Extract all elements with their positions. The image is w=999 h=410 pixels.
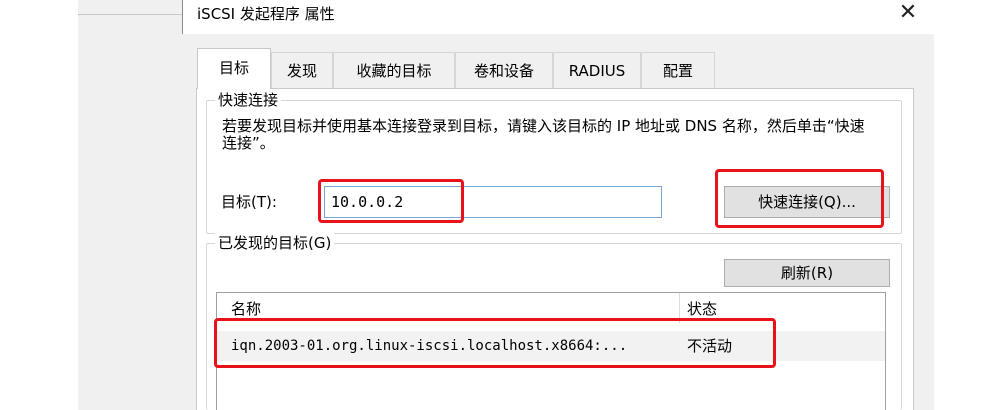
discovered-targets-label: 已发现的目标(G) bbox=[215, 233, 335, 253]
quick-connect-description: 若要发现目标并使用基本连接登录到目标，请键入该目标的 IP 地址或 DNS 名称… bbox=[222, 117, 865, 152]
tab-volumes-devices[interactable]: 卷和设备 bbox=[455, 52, 553, 88]
tab-configuration[interactable]: 配置 bbox=[641, 52, 715, 88]
target-status-cell: 不活动 bbox=[687, 337, 733, 355]
background-window bbox=[78, 0, 182, 410]
background-divider bbox=[78, 14, 182, 15]
refresh-button[interactable]: 刷新(R) bbox=[724, 259, 890, 287]
close-icon[interactable]: ✕ bbox=[896, 1, 920, 25]
targets-list[interactable]: 名称 状态 iqn.2003-01.org.linux-iscsi.localh… bbox=[216, 292, 886, 410]
tab-radius[interactable]: RADIUS bbox=[553, 52, 641, 88]
column-divider[interactable] bbox=[679, 293, 680, 323]
list-header: 名称 状态 bbox=[217, 293, 885, 325]
column-header-name[interactable]: 名称 bbox=[231, 299, 261, 319]
tab-targets[interactable]: 目标 bbox=[197, 48, 271, 89]
quick-connect-button[interactable]: 快速连接(Q)... bbox=[724, 186, 890, 218]
quick-connect-label: 快速连接 bbox=[215, 90, 282, 110]
target-label: 目标(T): bbox=[221, 193, 277, 211]
target-name-cell: iqn.2003-01.org.linux-iscsi.localhost.x8… bbox=[231, 338, 628, 354]
target-input[interactable]: 10.0.0.2 bbox=[324, 186, 662, 218]
tab-discovery[interactable]: 发现 bbox=[271, 52, 333, 88]
tab-favorite-targets[interactable]: 收藏的目标 bbox=[333, 52, 455, 88]
column-header-status[interactable]: 状态 bbox=[687, 299, 717, 319]
table-row[interactable]: iqn.2003-01.org.linux-iscsi.localhost.x8… bbox=[217, 331, 885, 361]
window-title: iSCSI 发起程序 属性 bbox=[197, 5, 335, 23]
